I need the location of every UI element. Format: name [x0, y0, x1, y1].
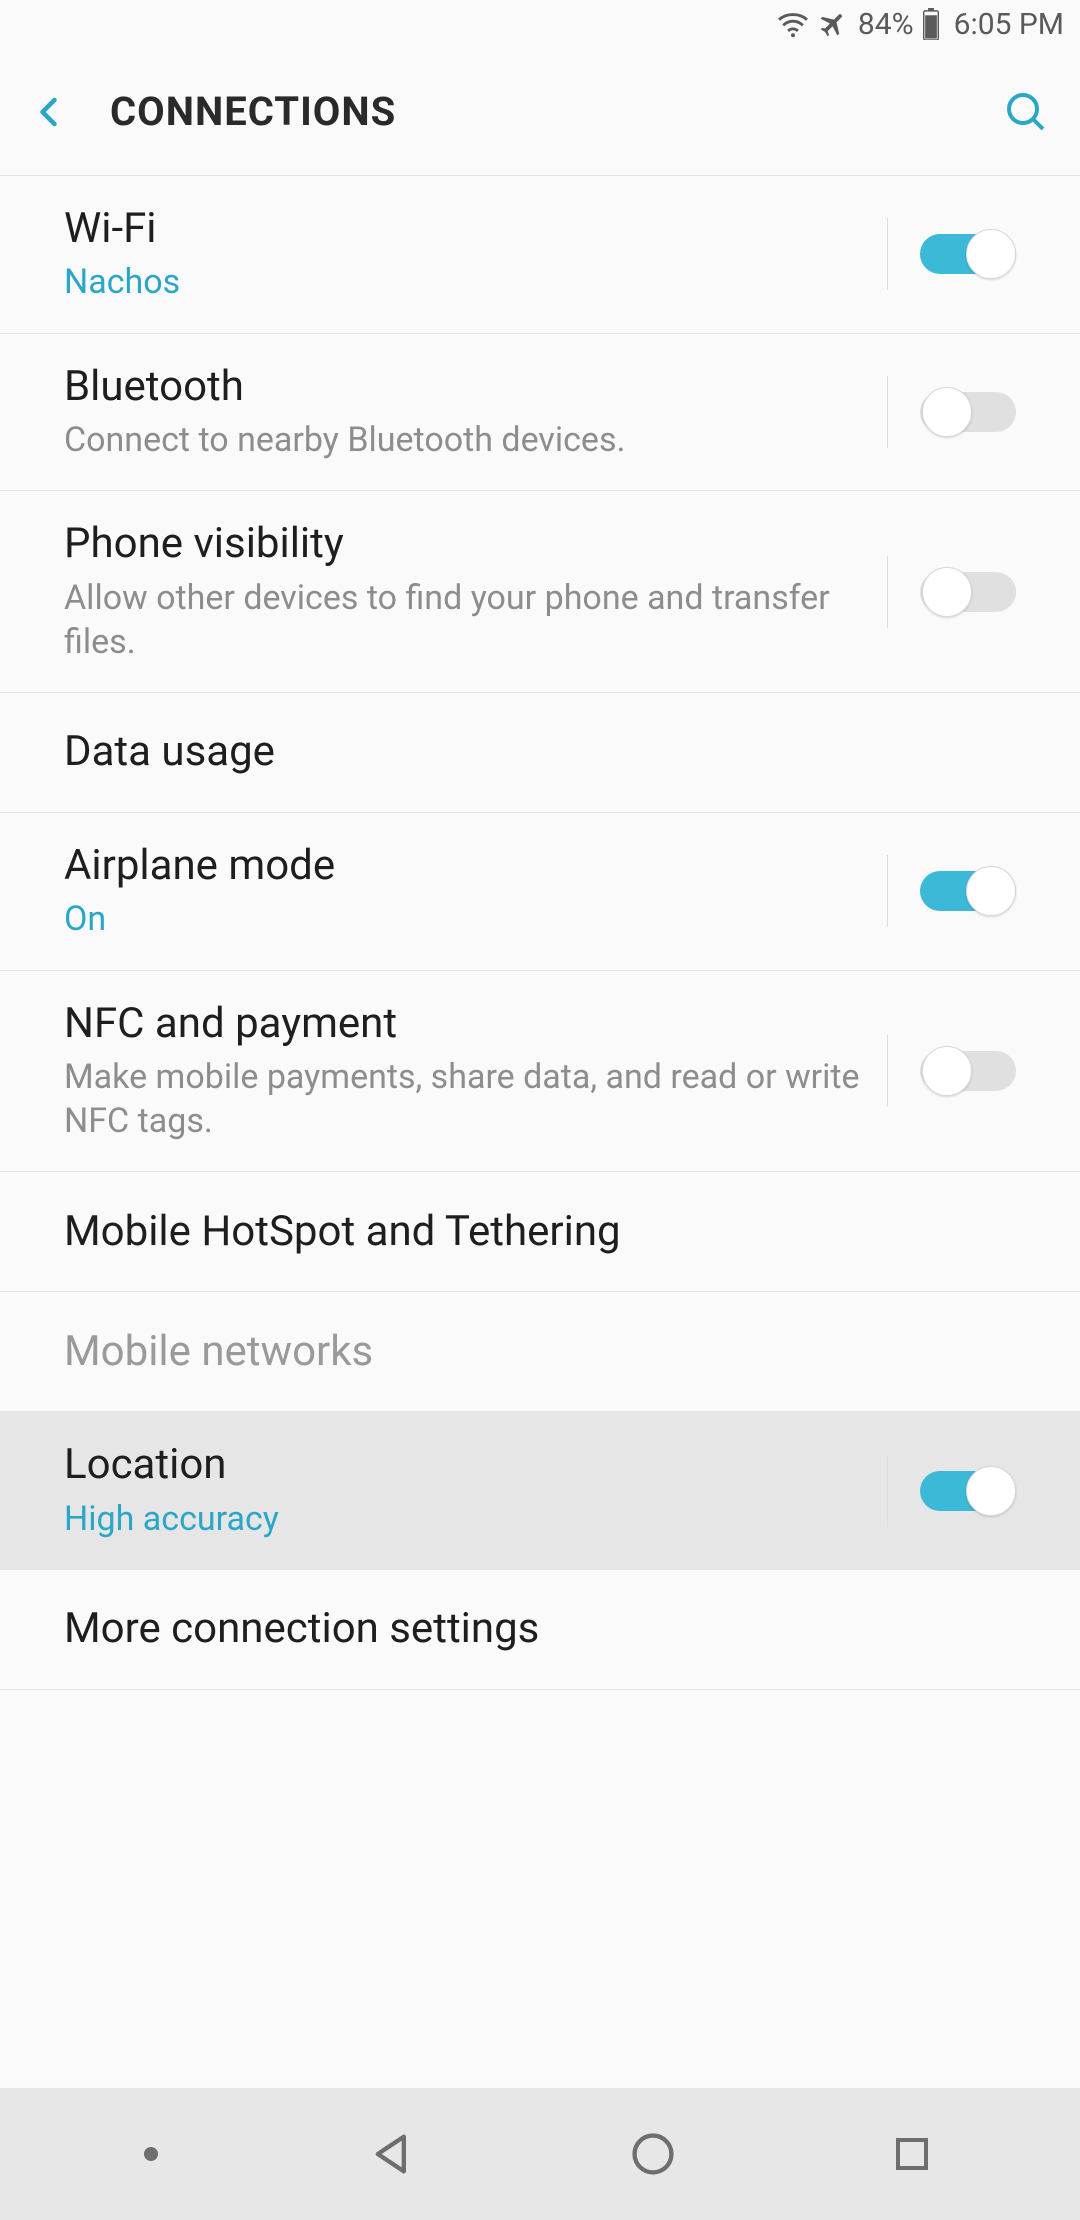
battery-icon — [922, 8, 940, 40]
row-title: More connection settings — [64, 1604, 992, 1654]
row-airplane-mode[interactable]: Airplane mode On — [0, 813, 1080, 971]
row-title: Mobile HotSpot and Tethering — [64, 1207, 992, 1257]
system-nav-bar — [0, 2088, 1080, 2220]
row-hotspot-tethering[interactable]: Mobile HotSpot and Tethering — [0, 1172, 1080, 1292]
row-wifi[interactable]: Wi-Fi Nachos — [0, 176, 1080, 334]
search-button[interactable] — [996, 82, 1056, 142]
row-title: Bluetooth — [64, 362, 863, 412]
row-title: Wi-Fi — [64, 204, 863, 254]
row-title: Location — [64, 1440, 863, 1490]
divider — [887, 376, 888, 448]
row-title: Airplane mode — [64, 841, 863, 891]
divider — [887, 1455, 888, 1527]
row-mobile-networks[interactable]: Mobile networks — [0, 1292, 1080, 1412]
status-clock: 6:05 PM — [954, 7, 1064, 42]
settings-list: Wi-Fi Nachos Bluetooth Connect to nearby… — [0, 176, 1080, 1690]
row-title: NFC and payment — [64, 999, 863, 1049]
row-subtitle: Allow other devices to find your phone a… — [64, 576, 863, 664]
row-data-usage[interactable]: Data usage — [0, 693, 1080, 813]
row-subtitle: Make mobile payments, share data, and re… — [64, 1055, 863, 1143]
toggle-wifi[interactable] — [920, 227, 1016, 281]
row-more-connection-settings[interactable]: More connection settings — [0, 1570, 1080, 1690]
back-button[interactable] — [20, 82, 80, 142]
row-location[interactable]: Location High accuracy — [0, 1412, 1080, 1570]
app-bar: CONNECTIONS — [0, 48, 1080, 176]
row-nfc-payment[interactable]: NFC and payment Make mobile payments, sh… — [0, 971, 1080, 1173]
row-subtitle: Connect to nearby Bluetooth devices. — [64, 418, 863, 462]
toggle-nfc[interactable] — [920, 1044, 1016, 1098]
airplane-icon — [818, 9, 848, 39]
toggle-bluetooth[interactable] — [920, 385, 1016, 439]
row-subtitle: Nachos — [64, 260, 863, 304]
toggle-location[interactable] — [920, 1464, 1016, 1518]
divider — [887, 855, 888, 927]
row-subtitle: High accuracy — [64, 1497, 863, 1541]
page-title: CONNECTIONS — [110, 88, 396, 135]
divider — [887, 1035, 888, 1107]
row-bluetooth[interactable]: Bluetooth Connect to nearby Bluetooth de… — [0, 334, 1080, 492]
nav-recents-button[interactable] — [888, 2130, 936, 2178]
row-phone-visibility[interactable]: Phone visibility Allow other devices to … — [0, 491, 1080, 693]
toggle-phone-visibility[interactable] — [920, 565, 1016, 619]
nav-home-button[interactable] — [627, 2128, 679, 2180]
row-subtitle: On — [64, 897, 863, 941]
nav-dot-icon — [144, 2147, 158, 2161]
divider — [887, 556, 888, 628]
row-title: Data usage — [64, 727, 992, 777]
row-title: Phone visibility — [64, 519, 863, 569]
divider — [887, 218, 888, 290]
status-bar: 84% 6:05 PM — [0, 0, 1080, 48]
wifi-icon — [776, 10, 810, 38]
toggle-airplane-mode[interactable] — [920, 864, 1016, 918]
nav-back-button[interactable] — [367, 2128, 419, 2180]
battery-percent: 84% — [858, 7, 914, 42]
row-title: Mobile networks — [64, 1327, 992, 1377]
